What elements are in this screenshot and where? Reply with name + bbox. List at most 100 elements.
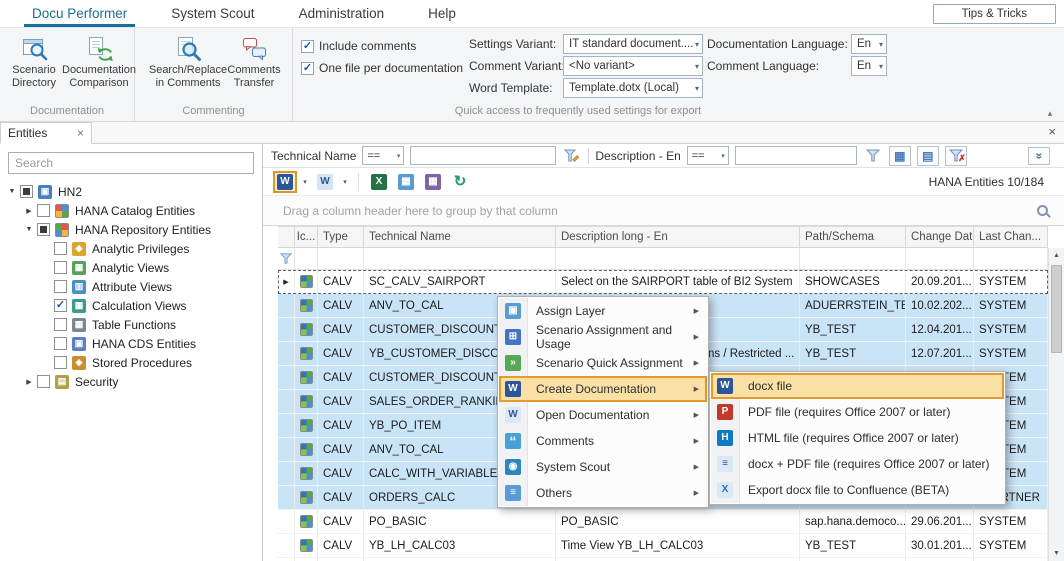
context-menu-item-assign-layer[interactable]: ▣Assign Layer▶ <box>499 298 707 324</box>
filter-cell[interactable] <box>318 248 364 269</box>
grid-row-sc-calv-sairport[interactable]: ▶CALVSC_CALV_SAIRPORTSelect on the SAIRP… <box>278 270 1048 294</box>
tree-checkbox[interactable] <box>54 318 67 331</box>
tree-checkbox[interactable] <box>54 337 67 350</box>
menu-item-system-scout[interactable]: System Scout <box>149 0 276 27</box>
checkbox-include-comments[interactable]: ✓Include comments <box>301 38 416 54</box>
expand-filter-button[interactable]: » <box>1028 147 1050 165</box>
filter-funnel-icon[interactable] <box>863 149 883 162</box>
tree-item-analytic-views[interactable]: ▦Analytic Views <box>0 258 262 277</box>
scenario-directory-button[interactable]: Scenario Directory <box>2 32 66 89</box>
tree-checkbox[interactable] <box>37 204 50 217</box>
context-menu-item-open-documentation[interactable]: WOpen Documentation▶ <box>499 402 707 428</box>
group-by-bar[interactable]: Drag a column header here to group by th… <box>263 196 1064 226</box>
export-docx-button[interactable]: W <box>273 171 297 193</box>
tree-item-hana-repository-entities[interactable]: ▼HANA Repository Entities <box>0 220 262 239</box>
menu-item-administration[interactable]: Administration <box>277 0 407 27</box>
description-operator-select[interactable]: == ▾ <box>687 146 729 165</box>
column-header-change-date[interactable]: Change Date <box>906 227 974 247</box>
vertical-scrollbar[interactable]: ▲ ▼ <box>1048 248 1064 561</box>
tree-item-stored-procedures[interactable]: ◈Stored Procedures <box>0 353 262 372</box>
description-filter-input[interactable] <box>735 146 857 165</box>
scroll-down-button[interactable]: ▼ <box>1049 546 1064 561</box>
comments-transfer-button[interactable]: Comments Transfer <box>221 32 287 89</box>
context-menu-item-scenario-assignment-and-usage[interactable]: ⊞Scenario Assignment and Usage▶ <box>499 324 707 350</box>
submenu-item-export-docx-file-to-confluence-beta[interactable]: XExport docx file to Confluence (BETA) <box>711 477 1004 503</box>
dropdown-caret-icon[interactable]: ▾ <box>340 178 350 186</box>
grid-row-yb-lh-calc03[interactable]: CALVYB_LH_CALC03Time View YB_LH_CALC03YB… <box>278 534 1048 558</box>
documentation-comparison-button[interactable]: Documentation Comparison <box>66 32 132 89</box>
column-header-path-schema[interactable]: Path/Schema <box>800 227 906 247</box>
filter-layout-button[interactable]: ▤ <box>917 146 939 166</box>
tree-checkbox[interactable] <box>54 261 67 274</box>
submenu-item-docx-file[interactable]: Wdocx file <box>711 373 1004 399</box>
technical-name-filter-input[interactable] <box>410 146 556 165</box>
export-excel-button[interactable]: X <box>367 171 391 193</box>
filter-cell[interactable] <box>974 248 1048 269</box>
tree-checkbox[interactable] <box>37 375 50 388</box>
open-documentation-button[interactable]: W <box>313 171 337 193</box>
tips-and-tricks-button[interactable]: Tips & Tricks <box>933 4 1056 24</box>
tree-checkbox[interactable] <box>54 242 67 255</box>
checkbox-one-file-per-documentation[interactable]: ✓One file per documentation <box>301 60 463 76</box>
tree-item-analytic-privileges[interactable]: ◆Analytic Privileges <box>0 239 262 258</box>
tree-checkbox[interactable] <box>20 185 33 198</box>
search-input[interactable] <box>8 152 254 174</box>
comment-variant-select[interactable]: <No variant>▾ <box>563 56 703 76</box>
column-header-description-long-en[interactable]: Description long - En <box>556 227 800 247</box>
tree-item-hana-catalog-entities[interactable]: ▶HANA Catalog Entities <box>0 201 262 220</box>
grid-row-po-basic[interactable]: CALVPO_BASICPO_BASICsap.hana.democo...29… <box>278 510 1048 534</box>
filter-cell[interactable] <box>800 248 906 269</box>
context-menu-item-others[interactable]: ≡Others▶ <box>499 480 707 506</box>
submenu-item-pdf-file-requires-office-2007-or-later[interactable]: PPDF file (requires Office 2007 or later… <box>711 399 1004 425</box>
word-template-select[interactable]: Template.dotx (Local)▾ <box>563 78 703 98</box>
submenu-item-docx-pdf-file-requires-office-2007-or-later[interactable]: ≡docx + PDF file (requires Office 2007 o… <box>711 451 1004 477</box>
search-replace-in-comments-button[interactable]: Search/Replace in Comments <box>155 32 221 89</box>
menu-item-help[interactable]: Help <box>406 0 478 27</box>
column-header-last-chan[interactable]: Last Chan... <box>974 227 1048 247</box>
refresh-button[interactable]: ↻ <box>448 171 472 193</box>
tab-entities[interactable]: Entities × <box>0 122 92 144</box>
scroll-up-button[interactable]: ▲ <box>1049 248 1064 263</box>
filter-cell[interactable] <box>364 248 556 269</box>
tree-checkbox[interactable] <box>54 280 67 293</box>
filter-cell[interactable] <box>295 248 318 269</box>
filter-edit-icon[interactable] <box>562 149 582 162</box>
panel-close-icon[interactable]: × <box>1048 125 1056 139</box>
collapse-arrow-icon[interactable]: ▼ <box>4 188 20 195</box>
collapse-arrow-icon[interactable]: ▼ <box>21 226 37 233</box>
context-menu-item-scenario-quick-assignment[interactable]: »Scenario Quick Assignment▶ <box>499 350 707 376</box>
context-menu-item-comments[interactable]: “Comments▶ <box>499 428 707 454</box>
tree-item-attribute-views[interactable]: ▥Attribute Views <box>0 277 262 296</box>
filter-grid-button[interactable]: ▦ <box>889 146 911 166</box>
tree-item-table-functions[interactable]: ▦Table Functions <box>0 315 262 334</box>
technical-name-operator-select[interactable]: == ▾ <box>362 146 404 165</box>
tree-checkbox[interactable]: ✓ <box>54 299 67 312</box>
tree-item-hn2[interactable]: ▼▣HN2 <box>0 182 262 201</box>
documentation-language-select[interactable]: En▾ <box>851 34 887 54</box>
tree-checkbox[interactable] <box>54 356 67 369</box>
column-header-type[interactable]: Type <box>318 227 364 247</box>
comment-language-select[interactable]: En▾ <box>851 56 887 76</box>
tree-item-hana-cds-entities[interactable]: ▣HANA CDS Entities <box>0 334 262 353</box>
expand-arrow-icon[interactable]: ▶ <box>21 207 37 215</box>
grid-search-icon[interactable] <box>1037 205 1048 216</box>
settings-variant-select[interactable]: IT standard document....▾ <box>563 34 703 54</box>
expand-arrow-icon[interactable]: ▶ <box>21 378 37 386</box>
tree-item-security[interactable]: ▶▤Security <box>0 372 262 391</box>
filter-cell[interactable] <box>906 248 974 269</box>
menu-item-docu-performer[interactable]: Docu Performer <box>10 0 149 27</box>
grid-transfer-button[interactable]: ▦ <box>421 171 445 193</box>
tree-item-calculation-views[interactable]: ✓▦Calculation Views <box>0 296 262 315</box>
scrollbar-thumb[interactable] <box>1051 265 1062 353</box>
clear-filter-button[interactable]: ✗ <box>945 146 967 166</box>
context-menu-item-create-documentation[interactable]: WCreate Documentation▶ <box>499 376 707 402</box>
filter-cell[interactable] <box>556 248 800 269</box>
ribbon-collapse-button[interactable]: ▴ <box>1042 108 1058 119</box>
tree-checkbox[interactable] <box>37 223 50 236</box>
grid-layout-button[interactable]: ▦ <box>394 171 418 193</box>
dropdown-caret-icon[interactable]: ▾ <box>300 178 310 186</box>
column-header-technical-name[interactable]: Technical Name <box>364 227 556 247</box>
tab-close-icon[interactable]: × <box>77 127 84 139</box>
column-header-ic[interactable]: Ic... <box>295 227 318 247</box>
submenu-item-html-file-requires-office-2007-or-later[interactable]: HHTML file (requires Office 2007 or late… <box>711 425 1004 451</box>
